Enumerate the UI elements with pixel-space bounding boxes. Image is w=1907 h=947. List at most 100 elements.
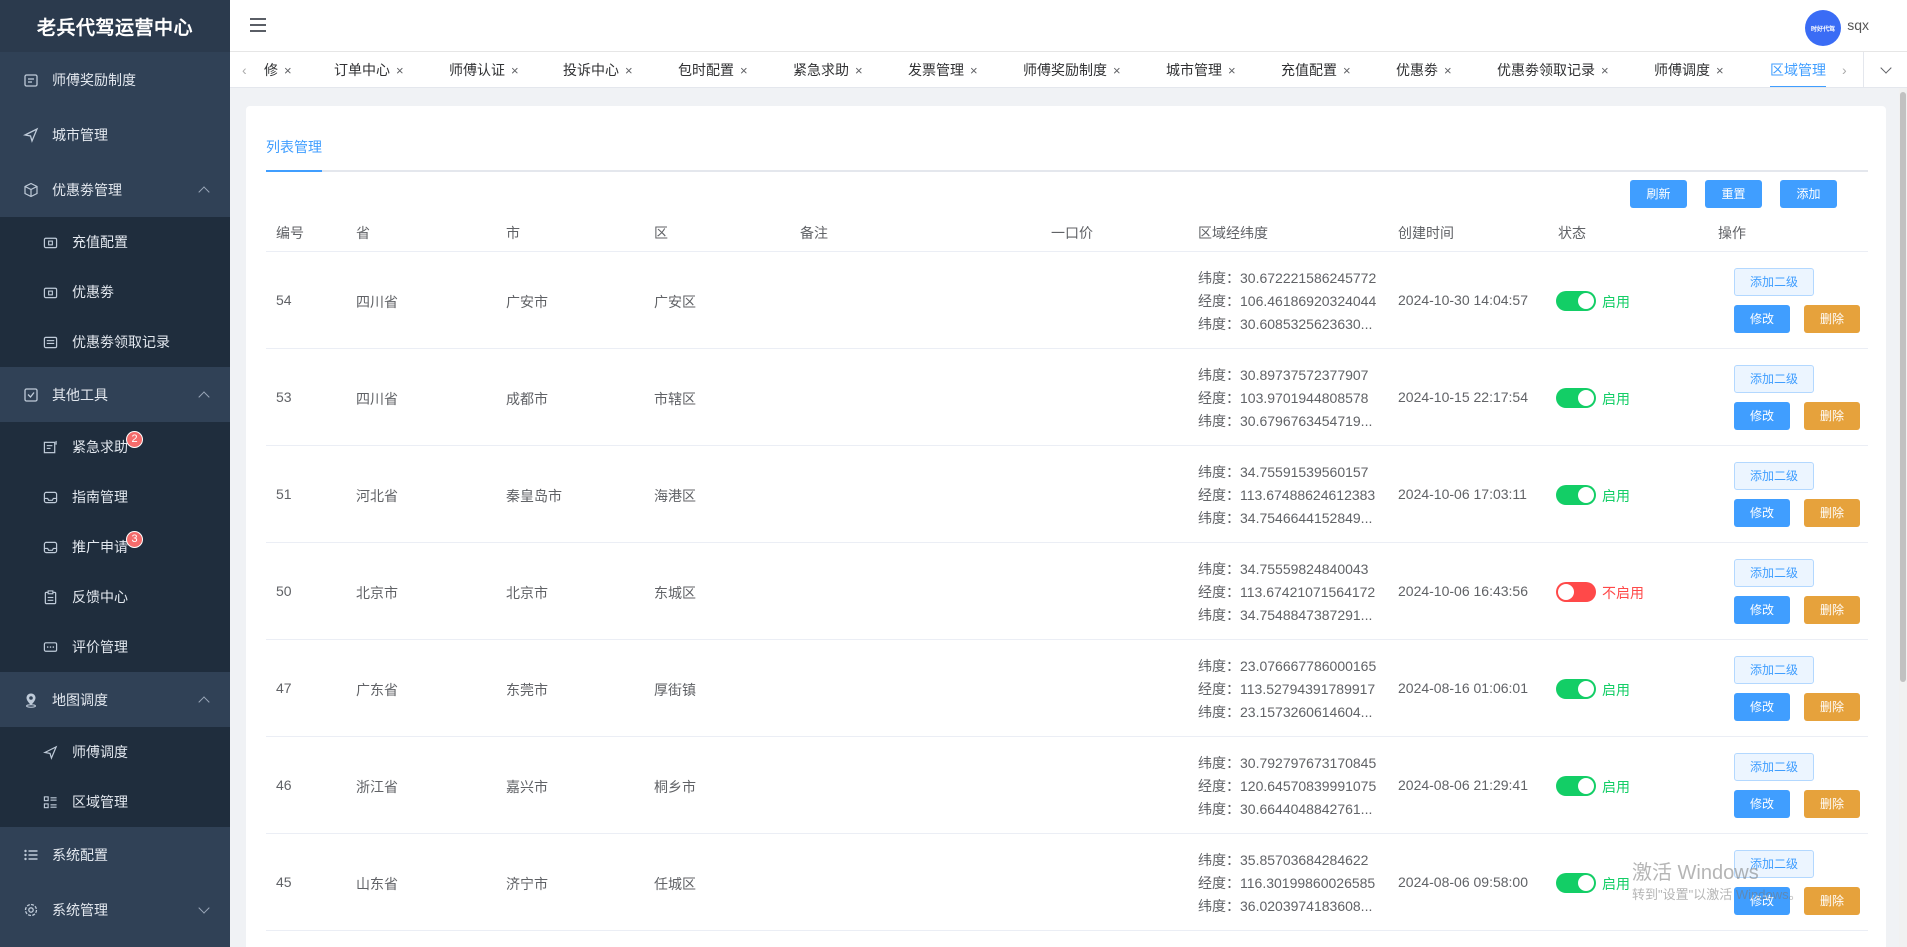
close-icon[interactable]: × — [855, 63, 863, 78]
send-icon — [42, 744, 58, 760]
tab-dispatch[interactable]: 师傅调度 × — [1654, 52, 1724, 87]
edit-button[interactable]: 修改 — [1734, 693, 1790, 721]
add-sub-region-button[interactable]: 添加二级 — [1734, 462, 1814, 490]
close-icon[interactable]: × — [396, 63, 404, 78]
tab-emergency[interactable]: 紧急求助 × — [793, 52, 863, 87]
sidebar-item-label: 优惠劵领取记录 — [72, 334, 170, 350]
cell-coords: 纬度：34.75591539560157 经度：113.6748862461238… — [1198, 461, 1378, 530]
tab-hourly-config[interactable]: 包时配置 × — [678, 52, 748, 87]
edit-button[interactable]: 修改 — [1734, 499, 1790, 527]
list-icon — [22, 846, 40, 864]
avatar[interactable]: 时好代驾 — [1805, 10, 1841, 46]
sidebar-item-sysconfig[interactable]: 系统配置 — [0, 827, 230, 882]
add-sub-region-button[interactable]: 添加二级 — [1734, 656, 1814, 684]
sidebar-group-map[interactable]: 地图调度 — [0, 672, 230, 727]
close-icon[interactable]: × — [284, 63, 292, 78]
status-toggle[interactable] — [1556, 291, 1596, 311]
sidebar-item-city[interactable]: 城市管理 — [0, 107, 230, 162]
sidebar-item-reviews[interactable]: 评价管理 — [0, 622, 230, 672]
cell-city: 秦皇岛市 — [506, 488, 562, 504]
close-icon[interactable]: × — [970, 63, 978, 78]
tab-coupon-records[interactable]: 优惠劵领取记录 × — [1497, 52, 1609, 87]
tab-complaints[interactable]: 投诉中心 × — [563, 52, 633, 87]
sidebar-item-feedback[interactable]: 反馈中心 — [0, 572, 230, 622]
close-icon[interactable]: × — [1444, 63, 1452, 78]
chevron-left-icon[interactable]: ‹ — [242, 62, 247, 78]
close-icon[interactable]: × — [625, 63, 633, 78]
chevron-down-icon — [198, 901, 210, 914]
delete-button[interactable]: 删除 — [1804, 693, 1860, 721]
delete-button[interactable]: 删除 — [1804, 499, 1860, 527]
sidebar-item-sysmanage[interactable]: 系统管理 — [0, 882, 230, 937]
chevron-right-icon[interactable]: › — [1842, 62, 1847, 78]
delete-button[interactable]: 删除 — [1804, 305, 1860, 333]
tabs-dropdown-button[interactable] — [1863, 52, 1907, 87]
close-icon[interactable]: × — [1716, 63, 1724, 78]
sidebar-item-reward[interactable]: 师傅奖励制度 — [0, 52, 230, 107]
add-sub-region-button[interactable]: 添加二级 — [1734, 559, 1814, 587]
delete-button[interactable]: 删除 — [1804, 402, 1860, 430]
tab-invoices[interactable]: 发票管理 × — [908, 52, 978, 87]
sidebar-item-promotion[interactable]: 推广申请 3 — [0, 522, 230, 572]
close-icon[interactable]: × — [1228, 63, 1236, 78]
coord-line: 纬度：30.672221586245772 — [1198, 270, 1377, 286]
status-toggle[interactable] — [1556, 679, 1596, 699]
edit-button[interactable]: 修改 — [1734, 790, 1790, 818]
hamburger-icon[interactable] — [250, 18, 266, 32]
cell-coords: 纬度：35.85703684284622 经度：116.3019986002658… — [1198, 849, 1378, 918]
tab-city[interactable]: 城市管理 × — [1166, 52, 1236, 87]
table-row: 45 山东省 济宁市 任城区 2024-08-06 09:58:00 纬度：35.8570… — [266, 834, 1868, 931]
sidebar-item-region[interactable]: 区域管理 — [0, 777, 230, 827]
scrollbar-thumb[interactable] — [1900, 92, 1906, 682]
close-icon[interactable]: × — [1113, 63, 1121, 78]
close-icon[interactable]: × — [740, 63, 748, 78]
coord-line: 纬度：30.6085325623630... — [1198, 316, 1373, 332]
sidebar-group-coupon[interactable]: 优惠劵管理 — [0, 162, 230, 217]
sidebar-item-emergency[interactable]: 紧急求助 2 — [0, 422, 230, 472]
add-sub-region-button[interactable]: 添加二级 — [1734, 268, 1814, 296]
delete-button[interactable]: 删除 — [1804, 596, 1860, 624]
delete-button[interactable]: 删除 — [1804, 887, 1860, 915]
status-toggle[interactable] — [1556, 388, 1596, 408]
cell-city: 嘉兴市 — [506, 779, 548, 795]
tab-driver-cert[interactable]: 师傅认证 × — [449, 52, 519, 87]
tab-orders[interactable]: 订单中心 × — [334, 52, 404, 87]
close-icon[interactable]: × — [1343, 63, 1351, 78]
close-icon[interactable]: × — [511, 63, 519, 78]
sidebar-item-guide[interactable]: 指南管理 — [0, 472, 230, 522]
tab-repair[interactable]: 修 × — [264, 52, 292, 87]
edit-button[interactable]: 修改 — [1734, 596, 1790, 624]
status-toggle[interactable] — [1556, 776, 1596, 796]
tab-label: 优惠劵 — [1396, 62, 1438, 78]
tab-coupon[interactable]: 优惠劵 × — [1396, 52, 1452, 87]
table-row: 54 四川省 广安市 广安区 2024-10-30 14:04:57 纬度：30.6722… — [266, 252, 1868, 349]
refresh-button[interactable]: 刷新 — [1630, 180, 1687, 208]
tab-reward[interactable]: 师傅奖励制度 × — [1023, 52, 1121, 87]
status-toggle[interactable] — [1556, 582, 1596, 602]
tab-list-management[interactable]: 列表管理 — [266, 136, 322, 172]
coord-line: 纬度：36.0203974183608... — [1198, 898, 1373, 914]
sidebar-item-dispatch[interactable]: 师傅调度 — [0, 727, 230, 777]
sidebar-item-coupon[interactable]: 优惠劵 — [0, 267, 230, 317]
sidebar-item-recharge[interactable]: 充值配置 — [0, 217, 230, 267]
delete-button[interactable]: 删除 — [1804, 790, 1860, 818]
edit-button[interactable]: 修改 — [1734, 305, 1790, 333]
tab-region[interactable]: 区域管理 — [1770, 52, 1826, 87]
tab-recharge[interactable]: 充值配置 × — [1281, 52, 1351, 87]
close-icon[interactable]: × — [1601, 63, 1609, 78]
add-sub-region-button[interactable]: 添加二级 — [1734, 753, 1814, 781]
status-toggle[interactable] — [1556, 485, 1596, 505]
column-header: 备注 — [800, 225, 828, 241]
username[interactable]: sqx — [1847, 17, 1869, 33]
edit-button[interactable]: 修改 — [1734, 402, 1790, 430]
column-header: 创建时间 — [1398, 225, 1454, 241]
column-header: 操作 — [1718, 225, 1746, 241]
sidebar-item-coupon-records[interactable]: 优惠劵领取记录 — [0, 317, 230, 367]
status-toggle[interactable] — [1556, 873, 1596, 893]
add-button[interactable]: 添加 — [1780, 180, 1837, 208]
add-sub-region-button[interactable]: 添加二级 — [1734, 365, 1814, 393]
reset-button[interactable]: 重置 — [1705, 180, 1762, 208]
cell-created: 2024-10-30 14:04:57 — [1398, 292, 1528, 308]
cell-district: 厚街镇 — [654, 682, 696, 698]
sidebar-group-tools[interactable]: 其他工具 — [0, 367, 230, 422]
